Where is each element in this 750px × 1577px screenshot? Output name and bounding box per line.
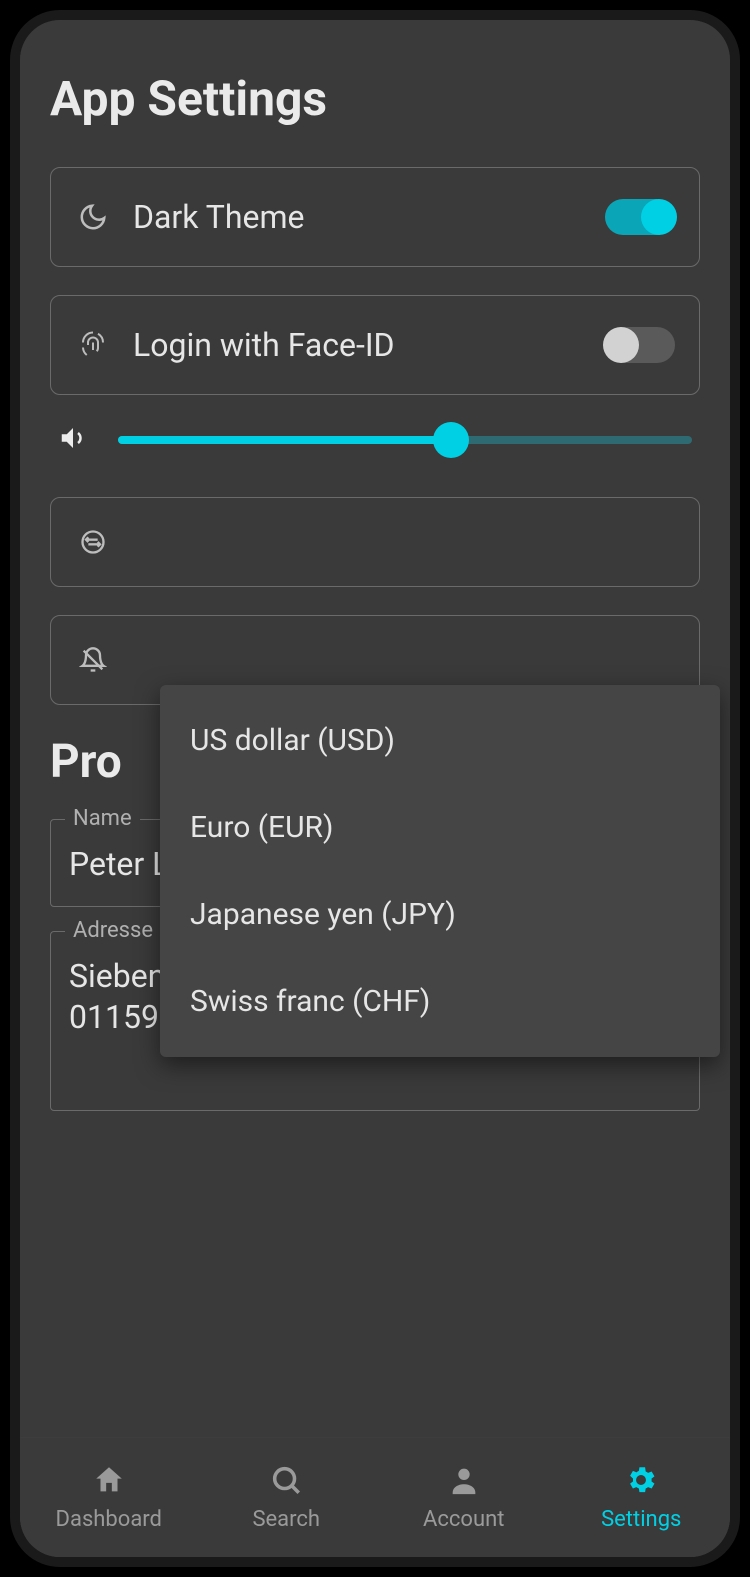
currency-option-usd[interactable]: US dollar (USD) [160,697,720,784]
face-id-row[interactable]: Login with Face-ID [50,295,700,395]
name-field-label: Name [65,806,140,831]
content-area: Dark Theme Login with Face-ID [50,167,700,1557]
dark-theme-label: Dark Theme [133,198,605,236]
face-id-label: Login with Face-ID [133,326,605,364]
face-id-toggle[interactable] [605,327,675,363]
fingerprint-icon [75,327,111,363]
search-icon [269,1463,303,1503]
home-icon [92,1463,126,1503]
currency-option-chf[interactable]: Swiss franc (CHF) [160,958,720,1045]
currency-option-eur[interactable]: Euro (EUR) [160,784,720,871]
nav-label: Account [423,1507,504,1532]
volume-icon [58,423,88,457]
device-frame: App Settings Dark Theme [10,10,740,1567]
slider-fill [118,436,451,444]
currency-row[interactable] [50,497,700,587]
currency-option-jpy[interactable]: Japanese yen (JPY) [160,871,720,958]
bell-off-icon [75,642,111,678]
toggle-knob [641,199,677,235]
slider-knob[interactable] [433,422,469,458]
nav-label: Dashboard [56,1507,162,1532]
nav-dashboard[interactable]: Dashboard [20,1438,198,1557]
screen: App Settings Dark Theme [20,20,730,1557]
page-title: App Settings [50,70,700,127]
address-field-label: Adresse [65,918,161,943]
person-icon [447,1463,481,1503]
nav-search[interactable]: Search [198,1438,376,1557]
volume-row [50,423,700,457]
nav-label: Search [252,1507,320,1532]
gear-icon [624,1463,658,1503]
moon-icon [75,199,111,235]
nav-settings[interactable]: Settings [553,1438,731,1557]
dark-theme-row[interactable]: Dark Theme [50,167,700,267]
currency-dropdown-menu: US dollar (USD) Euro (EUR) Japanese yen … [160,685,720,1057]
nav-label: Settings [601,1507,681,1532]
dark-theme-toggle[interactable] [605,199,675,235]
volume-slider[interactable] [118,436,692,444]
bottom-nav: Dashboard Search Account Settings [20,1437,730,1557]
toggle-knob [603,327,639,363]
currency-exchange-icon [75,524,111,560]
nav-account[interactable]: Account [375,1438,553,1557]
